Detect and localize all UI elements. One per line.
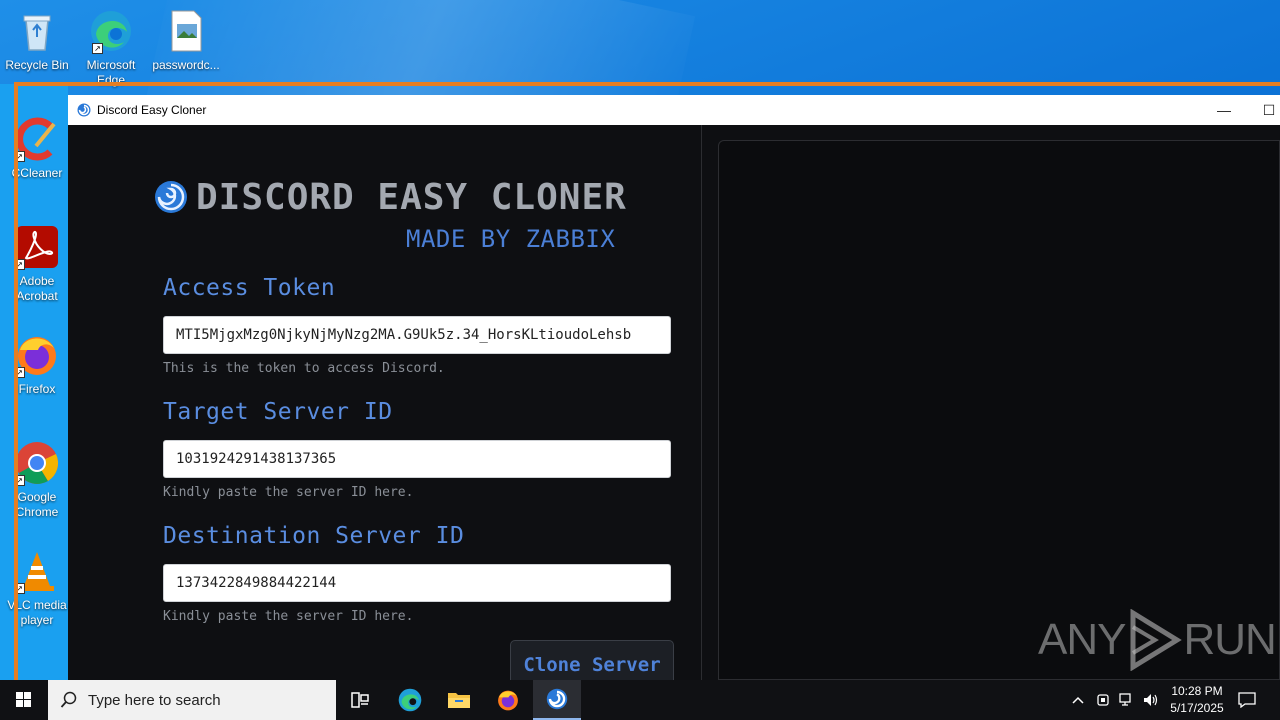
edge-icon (398, 688, 422, 712)
windows-logo-icon (16, 692, 31, 707)
taskbar-discord-easy-cloner[interactable] (533, 680, 581, 720)
clock-time: 10:28 PM (1171, 684, 1223, 698)
access-token-label: Access Token (163, 275, 336, 301)
minimize-button[interactable]: — (1201, 95, 1247, 125)
firefox-desktop-icon[interactable]: ↗ Firefox (1, 332, 73, 397)
highlight-frame-left (14, 84, 18, 680)
window-titlebar[interactable]: Discord Easy Cloner — ☐ (68, 95, 1280, 125)
play-triangle-icon (1130, 609, 1183, 671)
tray-network-button[interactable] (1116, 680, 1138, 720)
task-view-icon (351, 692, 369, 708)
acrobat-icon: ↗ (14, 224, 60, 270)
vlc-cone-icon: ↗ (14, 548, 60, 594)
recycle-bin-icon[interactable]: Recycle Bin (1, 8, 73, 73)
recycle-bin-label: Recycle Bin (5, 58, 69, 72)
firefox-icon: ↗ (14, 332, 60, 378)
taskbar-edge[interactable] (386, 680, 434, 720)
show-hidden-icons-button[interactable] (1068, 680, 1088, 720)
app-swirl-icon (77, 103, 91, 117)
ccleaner-desktop-icon[interactable]: ↗ CCleaner (1, 116, 73, 181)
volume-icon (1144, 694, 1158, 706)
edge-desktop-icon[interactable]: ↗ Microsoft Edge (75, 8, 147, 88)
vlc-desktop-icon[interactable]: ↗ VLC media player (1, 548, 73, 628)
app-swirl-icon (546, 688, 568, 710)
taskbar: Type here to search 10:28 PM 5/17/2025 (0, 680, 1280, 720)
clock-date: 5/17/2025 (1170, 701, 1224, 715)
recycle-bin-glyph (14, 8, 60, 54)
taskbar-clock[interactable]: 10:28 PM 5/17/2025 (1160, 683, 1234, 717)
action-center-button[interactable] (1234, 680, 1260, 720)
shortcut-arrow-icon: ↗ (92, 43, 103, 54)
search-placeholder: Type here to search (88, 691, 221, 709)
form-panel: DISCORD EASY CLONER MADE BY ZABBIX Acces… (68, 125, 702, 690)
chevron-up-icon (1072, 696, 1084, 704)
destination-server-input[interactable]: 1373422849884422144 (163, 564, 671, 602)
anyrun-watermark: ANY RUN (1038, 608, 1277, 672)
access-token-help: This is the token to access Discord. (163, 361, 445, 376)
password-file-icon[interactable]: passwordc... (150, 8, 222, 73)
taskbar-file-explorer[interactable] (435, 680, 483, 720)
taskbar-search-box[interactable]: Type here to search (48, 680, 336, 720)
task-view-button[interactable] (336, 680, 384, 720)
target-server-input[interactable]: 1031924291438137365 (163, 440, 671, 478)
acrobat-desktop-icon[interactable]: ↗ Adobe Acrobat (1, 224, 73, 304)
access-token-input[interactable]: MTI5MjgxMzg0NjkyNjMyNzg2MA.G9Uk5z.34_Hor… (163, 316, 671, 354)
firefox-label: Firefox (18, 382, 56, 396)
destination-server-help: Kindly paste the server ID here. (163, 609, 414, 624)
target-server-help: Kindly paste the server ID here. (163, 485, 414, 500)
ccleaner-icon: ↗ (14, 116, 60, 162)
folder-icon (448, 693, 470, 708)
log-output-panel (718, 140, 1280, 680)
tray-volume-button[interactable] (1140, 680, 1162, 720)
chrome-icon: ↗ (14, 440, 60, 486)
ccleaner-label: CCleaner (11, 166, 63, 180)
acrobat-label: Adobe Acrobat (16, 274, 58, 303)
taskbar-firefox[interactable] (484, 680, 532, 720)
image-file-icon (163, 8, 209, 54)
start-button[interactable] (0, 680, 48, 720)
watermark-right: RUN (1183, 615, 1276, 664)
tray-device-button[interactable] (1093, 680, 1113, 720)
watermark-left: ANY (1038, 615, 1126, 664)
firefox-icon (498, 690, 518, 711)
notification-icon (1238, 692, 1256, 708)
network-icon (1119, 693, 1131, 706)
chrome-label: Google Chrome (15, 490, 59, 519)
target-server-label: Target Server ID (163, 399, 393, 425)
brand-title: DISCORD EASY CLONER (196, 177, 627, 218)
highlight-frame-top (14, 82, 1280, 86)
password-file-label: passwordc... (152, 58, 220, 72)
search-icon (60, 691, 77, 708)
device-icon (1097, 694, 1109, 706)
destination-server-label: Destination Server ID (163, 523, 465, 549)
window-title: Discord Easy Cloner (97, 103, 207, 117)
chrome-desktop-icon[interactable]: ↗ Google Chrome (1, 440, 73, 520)
maximize-button[interactable]: ☐ (1246, 95, 1280, 125)
app-window: Discord Easy Cloner — ☐ DISCORD EASY CLO… (68, 95, 1280, 690)
edge-icon: ↗ (88, 8, 134, 54)
discord-swirl-logo-icon (155, 181, 187, 213)
brand-subtitle: MADE BY ZABBIX (406, 225, 616, 253)
